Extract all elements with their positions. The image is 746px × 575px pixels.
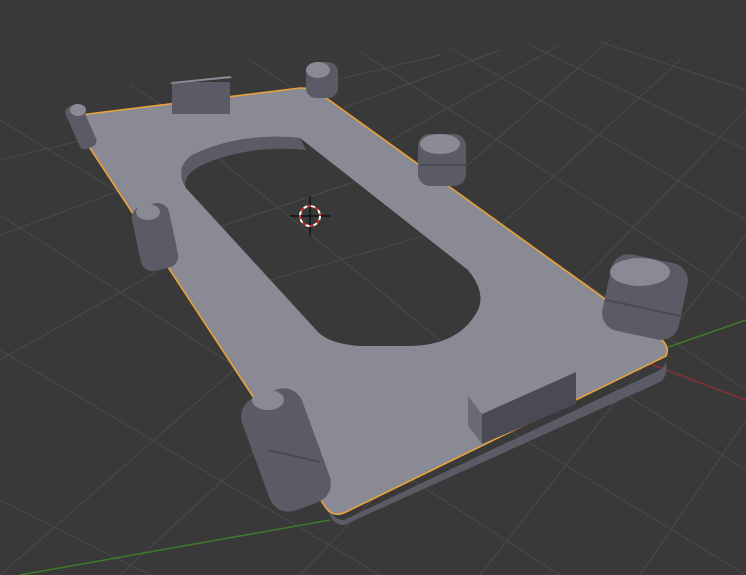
top-tab bbox=[170, 76, 232, 114]
3d-viewport[interactable] bbox=[0, 0, 746, 575]
y-axis-line bbox=[19, 519, 331, 575]
selected-mesh-object[interactable] bbox=[63, 62, 691, 525]
clip-top-right bbox=[306, 62, 338, 98]
clip-right-upper bbox=[418, 134, 466, 186]
clip-right-lower bbox=[602, 254, 688, 340]
